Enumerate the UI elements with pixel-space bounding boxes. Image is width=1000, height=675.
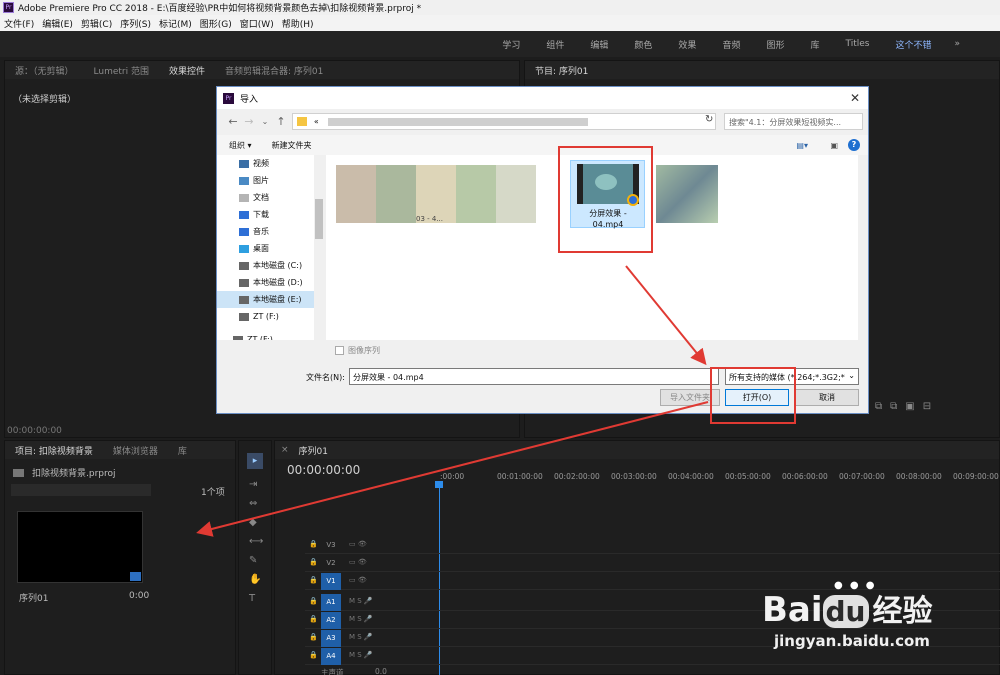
baidu-watermark: ● ● ● Bai du 经验 jingyan.baidu.com [762, 580, 998, 675]
premiere-window: Pr Adobe Premiere Pro CC 2018 - E:\百度经验\… [0, 0, 1000, 675]
baidu-logo: Bai du 经验 [762, 586, 933, 630]
baidu-brand: Bai [762, 590, 823, 630]
arrow-to-project [196, 401, 709, 537]
baidu-brand-cn: 经验 [872, 594, 933, 629]
watermark-url: jingyan.baidu.com [774, 632, 930, 650]
baidu-brand2: du [822, 595, 869, 628]
arrow-to-open [625, 265, 707, 366]
annotation-arrows [196, 265, 709, 537]
